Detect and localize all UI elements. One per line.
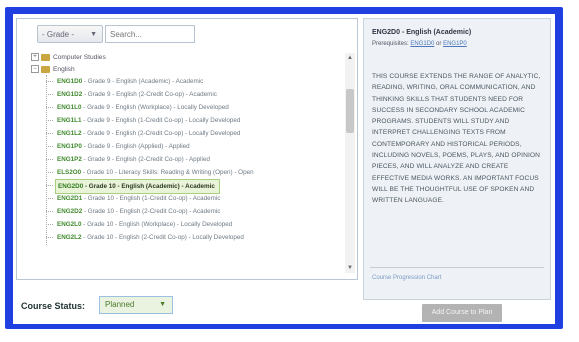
scroll-thumb[interactable] [346, 89, 354, 133]
course-code: ENG2L2 [57, 234, 82, 241]
tree-connector [46, 211, 53, 212]
prereq-link-1[interactable]: ENG1D0 [410, 41, 434, 47]
course-title: - Grade 9 - English (Applied) - Applied [81, 143, 190, 150]
tree-scrollbar[interactable]: ▲ ▼ [345, 53, 355, 273]
course-item[interactable]: ENG1D0 - Grade 9 - English (Academic) - … [55, 75, 203, 88]
chevron-down-icon: ▼ [90, 31, 97, 38]
course-item[interactable]: ENG1L0 - Grade 9 - English (Workplace) -… [55, 101, 229, 114]
course-code: ENG1P2 [57, 156, 82, 163]
course-title: - Grade 10 - English (1-Credit Co-op) - … [82, 195, 221, 202]
course-code: ENG1L0 [57, 104, 82, 111]
tree-connector [46, 224, 53, 225]
course-status-label: Course Status: [21, 301, 86, 311]
course-code: ENG1P0 [57, 143, 82, 150]
course-title: - Grade 9 - English (2-Credit Co-op) - A… [81, 156, 210, 163]
course-title: - Grade 9 - English (1-Credit Co-op) - L… [81, 117, 241, 124]
tree-connector [46, 75, 47, 245]
add-course-to-plan-button[interactable]: Add Course to Plan [422, 304, 502, 322]
tree-connector [46, 107, 53, 108]
prerequisites-label: Prerequisites: [372, 41, 409, 47]
course-item[interactable]: ENG1L2 - Grade 9 - English (2-Credit Co-… [55, 127, 240, 140]
tree-connector [46, 159, 53, 160]
course-title: - Grade 10 - English (Workplace) - Local… [81, 221, 233, 228]
expand-icon[interactable]: + [31, 53, 39, 62]
course-code: ENG2L0 [57, 221, 82, 228]
course-title: - Grade 9 - English (Workplace) - Locall… [81, 104, 229, 111]
course-code: ENG1D0 [57, 78, 83, 85]
course-code: ENG2D0 [58, 183, 84, 190]
course-item[interactable]: ENG2D2 - Grade 10 - English (2-Credit Co… [55, 205, 220, 218]
course-item[interactable]: ENG2D1 - Grade 10 - English (1-Credit Co… [55, 192, 220, 205]
course-code: ELS2O0 [57, 169, 82, 176]
course-title: - Grade 10 - English (Academic) - Academ… [83, 183, 215, 190]
course-item[interactable]: ELS2O0 - Grade 10 - Literacy Skills: Rea… [55, 166, 254, 179]
course-item[interactable]: ENG2L2 - Grade 10 - English (2-Credit Co… [55, 231, 244, 244]
course-progression-chart-link[interactable]: Course Progression Chart [372, 275, 441, 281]
folder-icon [41, 65, 50, 73]
search-input[interactable] [105, 25, 195, 43]
prereq-link-2[interactable]: ENG1P0 [443, 41, 467, 47]
course-code: ENG1D2 [57, 91, 83, 98]
course-title: - Grade 10 - English (2-Credit Co-op) - … [82, 208, 221, 215]
grade-filter-label: - Grade - [42, 30, 75, 39]
tree-connector [46, 146, 53, 147]
course-code: ENG1L2 [57, 130, 82, 137]
grade-filter-select[interactable]: - Grade - ▼ [37, 25, 103, 43]
course-item[interactable]: ENG1P0 - Grade 9 - English (Applied) - A… [55, 140, 190, 153]
course-detail-title: ENG2D0 - English (Academic) [372, 29, 472, 36]
tree-connector [46, 120, 53, 121]
course-tree-box: - Grade - ▼ + Computer Studies − English E… [16, 18, 358, 280]
course-item[interactable]: ENG2L0 - Grade 10 - English (Workplace) … [55, 218, 232, 231]
collapse-icon[interactable]: − [31, 65, 39, 74]
folder-icon [41, 53, 50, 61]
course-code: ENG2D1 [57, 195, 83, 202]
folder-label: English [53, 66, 75, 73]
tree-connector [46, 133, 53, 134]
course-planner-panel: - Grade - ▼ + Computer Studies − English E… [13, 14, 555, 324]
course-title: - Grade 9 - English (Academic) - Academi… [82, 78, 204, 85]
course-detail-panel: ENG2D0 - English (Academic) Prerequisite… [363, 18, 551, 300]
tree-connector [46, 172, 53, 173]
tree-connector [46, 198, 53, 199]
course-item[interactable]: ENG1L1 - Grade 9 - English (1-Credit Co-… [55, 114, 240, 127]
scroll-up-icon[interactable]: ▲ [345, 53, 355, 63]
course-item[interactable]: ENG1P2 - Grade 9 - English (2-Credit Co-… [55, 153, 210, 166]
course-title: - Grade 9 - English (2-Credit Co-op) - A… [82, 91, 217, 98]
scroll-down-icon[interactable]: ▼ [345, 263, 355, 273]
tree-connector [46, 237, 53, 238]
course-code: ENG1L1 [57, 117, 82, 124]
tree-connector [46, 94, 53, 95]
course-title: - Grade 9 - English (2-Credit Co-op) - L… [81, 130, 241, 137]
course-title: - Grade 10 - Literacy Skills: Reading & … [81, 169, 254, 176]
course-code: ENG2D2 [57, 208, 83, 215]
prerequisites: Prerequisites: ENG1D0 or ENG1P0 [372, 41, 467, 47]
course-status-value: Planned [105, 300, 135, 309]
tree-connector [46, 81, 53, 82]
course-title: - Grade 10 - English (2-Credit Co-op) - … [81, 234, 244, 241]
divider [370, 267, 544, 268]
chevron-down-icon: ▼ [159, 301, 166, 308]
course-description: THIS COURSE EXTENDS THE RANGE OF ANALYTI… [372, 73, 541, 205]
folder-label: Computer Studies [53, 54, 106, 61]
course-status-select[interactable]: Planned ▼ [99, 296, 173, 314]
course-item[interactable]: ENG1D2 - Grade 9 - English (2-Credit Co-… [55, 88, 217, 101]
prereq-or: or [436, 41, 442, 47]
tree-connector [46, 185, 53, 186]
